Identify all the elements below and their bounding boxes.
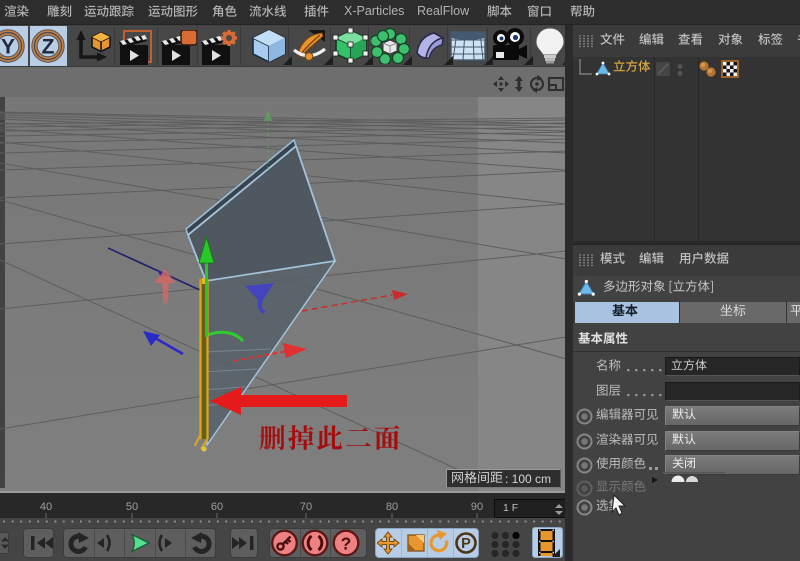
svg-text:40: 40 xyxy=(40,501,52,513)
svg-text:Y: Y xyxy=(1,36,15,59)
svg-text:P: P xyxy=(461,536,471,552)
svg-text:?: ? xyxy=(341,534,352,554)
svg-text:60: 60 xyxy=(211,501,223,513)
svg-text:Z: Z xyxy=(42,36,55,59)
svg-text:70: 70 xyxy=(300,501,312,513)
svg-text:80: 80 xyxy=(386,501,398,513)
svg-text:50: 50 xyxy=(126,501,138,513)
svg-text:90: 90 xyxy=(471,501,483,513)
